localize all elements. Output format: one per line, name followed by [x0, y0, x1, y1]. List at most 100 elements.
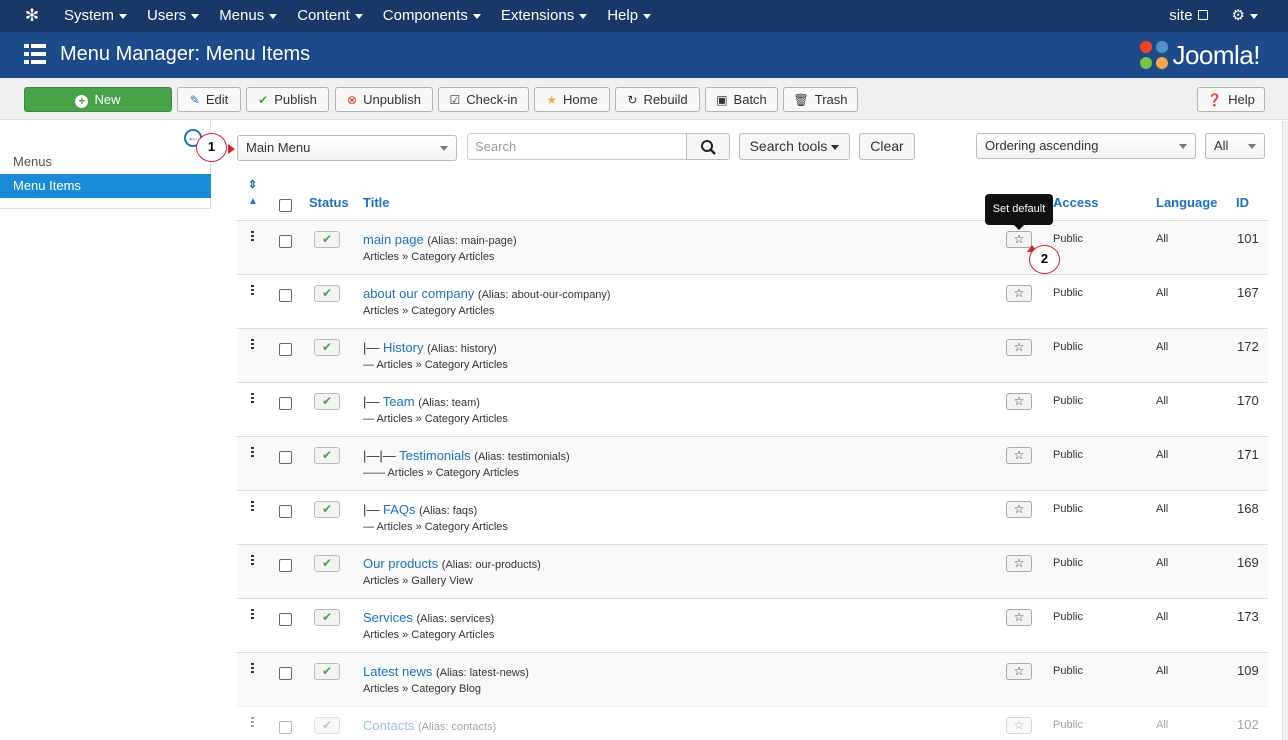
row-checkbox[interactable] — [279, 397, 292, 410]
nav-help[interactable]: Help — [597, 0, 661, 32]
row-checkbox[interactable] — [279, 289, 292, 302]
batch-button[interactable]: ▣ Batch — [705, 87, 778, 112]
published-status-icon[interactable]: ✔ — [314, 555, 340, 572]
header-title[interactable]: Title — [363, 195, 390, 213]
item-title-link[interactable]: Testimonials — [399, 448, 471, 463]
table-row[interactable]: ✔ |— History (Alias: history) — Articles »… — [237, 328, 1268, 382]
caret-down-icon — [579, 13, 588, 19]
header-language[interactable]: Language — [1156, 195, 1217, 213]
published-status-icon[interactable]: ✔ — [314, 285, 340, 302]
checkin-button[interactable]: ☑ Check-in — [438, 87, 529, 112]
menu-select[interactable]: Main Menu — [237, 135, 457, 161]
unpublish-button[interactable]: ⊗ Unpublish — [335, 87, 433, 112]
set-default-star-icon[interactable]: ☆ — [1006, 285, 1032, 302]
table-row[interactable]: ✔ |— Team (Alias: team) — Articles » Categ… — [237, 382, 1268, 436]
drag-handle-icon[interactable] — [251, 285, 255, 297]
table-row[interactable]: ✔ Services (Alias: services) Articles » Ca… — [237, 598, 1268, 652]
item-title-link[interactable]: about our company — [363, 286, 474, 301]
item-title-link[interactable]: Latest news — [363, 664, 432, 679]
search-input[interactable] — [467, 133, 687, 160]
row-checkbox[interactable] — [279, 613, 292, 626]
set-default-star-icon[interactable]: ☆ — [1006, 393, 1032, 410]
table-row[interactable]: ✔ Contacts (Alias: contacts) ☆ Public All 102 — [237, 706, 1268, 740]
sort-ordering-icon[interactable]: ⇕ — [248, 178, 257, 196]
nav-components[interactable]: Components — [373, 0, 491, 32]
drag-handle-icon[interactable] — [251, 663, 255, 675]
table-row[interactable]: ✔ Our products (Alias: our-products) Artic… — [237, 544, 1268, 598]
set-default-star-icon[interactable]: ☆ — [1006, 447, 1032, 464]
new-button[interactable]: + New — [24, 87, 172, 112]
published-status-icon[interactable]: ✔ — [314, 231, 340, 248]
item-title-link[interactable]: History — [383, 340, 423, 355]
header-status[interactable]: Status — [309, 195, 349, 213]
settings-menu[interactable]: ⚙ — [1220, 0, 1270, 32]
drag-handle-icon[interactable] — [251, 447, 255, 459]
set-default-star-icon[interactable]: ☆ — [1006, 663, 1032, 680]
item-title-link[interactable]: Contacts — [363, 718, 414, 733]
header-id[interactable]: ID — [1236, 195, 1249, 213]
search-tools-button[interactable]: Search tools — [739, 133, 850, 160]
publish-button[interactable]: ✔ Publish — [246, 87, 329, 112]
sidebar-item-menus[interactable]: Menus — [0, 150, 211, 174]
published-status-icon[interactable]: ✔ — [314, 339, 340, 356]
row-checkbox[interactable] — [279, 235, 292, 248]
item-title-link[interactable]: Our products — [363, 556, 438, 571]
item-title-link[interactable]: main page — [363, 232, 424, 247]
row-checkbox[interactable] — [279, 667, 292, 680]
table-row[interactable]: ✔ |—|— Testimonials (Alias: testimonials)… — [237, 436, 1268, 490]
set-default-star-icon[interactable]: ☆ — [1006, 555, 1032, 572]
published-status-icon[interactable]: ✔ — [314, 663, 340, 680]
drag-handle-icon[interactable] — [251, 609, 255, 621]
drag-handle-icon[interactable] — [251, 501, 255, 513]
table-row[interactable]: ✔ Latest news (Alias: latest-news) Article… — [237, 652, 1268, 706]
nav-content[interactable]: Content — [287, 0, 373, 32]
nav-system[interactable]: System — [54, 0, 137, 32]
published-status-icon[interactable]: ✔ — [314, 717, 340, 734]
search-button[interactable] — [686, 133, 730, 160]
row-checkbox[interactable] — [279, 451, 292, 464]
drag-handle-icon[interactable] — [251, 555, 255, 567]
select-all-checkbox[interactable] — [279, 199, 292, 212]
header-access[interactable]: Access — [1053, 195, 1099, 213]
row-checkbox[interactable] — [279, 559, 292, 572]
set-default-star-icon[interactable]: ☆ — [1006, 609, 1032, 626]
nav-users[interactable]: Users — [137, 0, 209, 32]
trash-button[interactable]: 🗑 Trash — [783, 87, 858, 112]
top-navbar: ✻ System Users Menus Content Components … — [0, 0, 1288, 32]
set-default-star-icon[interactable]: ☆ — [1006, 339, 1032, 356]
set-default-star-icon[interactable]: ☆ — [1006, 717, 1032, 734]
rebuild-button[interactable]: ↻ Rebuild — [615, 87, 700, 112]
limit-select[interactable]: All — [1205, 133, 1265, 159]
gear-icon: ⚙ — [1231, 7, 1245, 24]
drag-handle-icon[interactable] — [251, 231, 255, 243]
published-status-icon[interactable]: ✔ — [314, 501, 340, 518]
published-status-icon[interactable]: ✔ — [314, 609, 340, 626]
item-title-link[interactable]: Services — [363, 610, 413, 625]
edit-button[interactable]: ✎ Edit — [177, 87, 241, 112]
table-row[interactable]: ✔ about our company (Alias: about-our-com… — [237, 274, 1268, 328]
row-checkbox[interactable] — [279, 721, 292, 734]
ordering-select[interactable]: Ordering ascending — [976, 133, 1196, 159]
sidebar-item-menu-items[interactable]: Menu Items — [0, 174, 211, 198]
nav-menus[interactable]: Menus — [209, 0, 287, 32]
item-title-link[interactable]: FAQs — [383, 502, 416, 517]
drag-handle-icon[interactable] — [251, 717, 255, 729]
table-row[interactable]: ✔ main page (Alias: main-page) Articles » … — [237, 220, 1268, 274]
nav-extensions[interactable]: Extensions — [491, 0, 597, 32]
item-title-link[interactable]: Team — [383, 394, 415, 409]
id-cell: 172 — [1237, 339, 1259, 354]
home-button[interactable]: ★ Home — [534, 87, 610, 112]
help-button[interactable]: ❓ Help — [1197, 87, 1265, 112]
drag-handle-icon[interactable] — [251, 339, 255, 351]
drag-handle-icon[interactable] — [251, 393, 255, 405]
published-status-icon[interactable]: ✔ — [314, 393, 340, 410]
row-checkbox[interactable] — [279, 343, 292, 356]
scrollbar[interactable] — [1282, 121, 1288, 740]
set-default-star-icon[interactable]: ☆ — [1006, 501, 1032, 518]
row-checkbox[interactable] — [279, 505, 292, 518]
clear-button[interactable]: Clear — [859, 133, 915, 160]
joomla-logo-icon[interactable]: ✻ — [22, 6, 42, 26]
table-row[interactable]: ✔ |— FAQs (Alias: faqs) — Articles » Categ… — [237, 490, 1268, 544]
published-status-icon[interactable]: ✔ — [314, 447, 340, 464]
site-link[interactable]: site — [1157, 0, 1219, 32]
